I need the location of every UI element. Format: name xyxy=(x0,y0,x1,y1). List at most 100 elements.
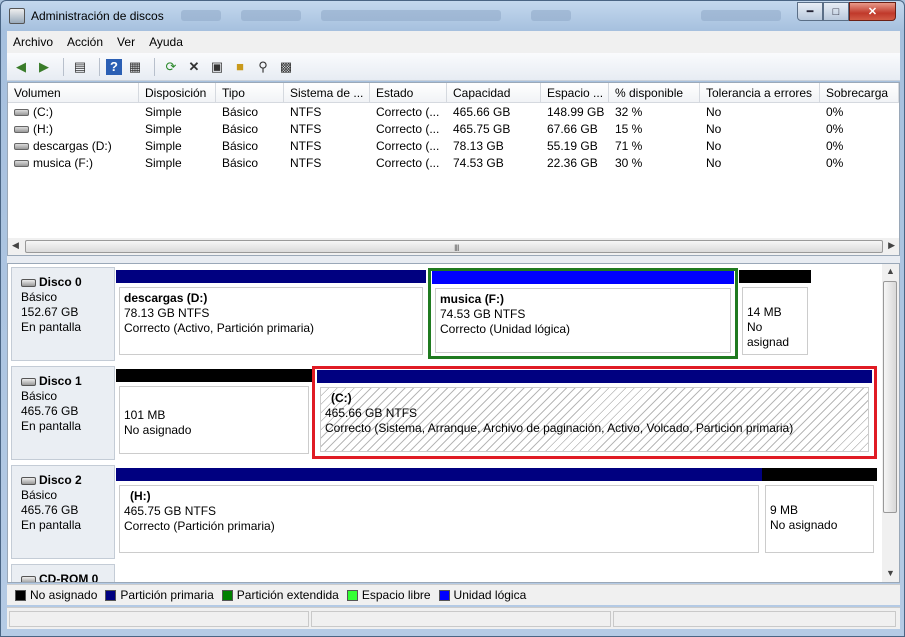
cdrom-0-label[interactable]: CD-ROM 0 xyxy=(11,564,115,582)
scroll-right-icon[interactable]: ▶ xyxy=(888,240,895,251)
table-cell: 148.99 GB xyxy=(547,105,605,119)
disk-2-label[interactable]: Disco 2 Básico 465.76 GB En pantalla xyxy=(11,465,115,559)
column-header[interactable]: Sistema de ... xyxy=(284,83,370,103)
table-row[interactable]: (C:) Simple Básico NTFS Correcto (... 46… xyxy=(8,104,899,121)
unallocated-space[interactable]: 101 MB No asignado xyxy=(116,369,312,457)
partition-status: Correcto (Unidad lógica) xyxy=(440,322,571,336)
partition-primary-bar xyxy=(116,270,426,283)
partition-h[interactable]: (H:) 465.75 GB NTFS Correcto (Partición … xyxy=(116,468,762,556)
rescan-disks-icon[interactable]: ▩ xyxy=(276,57,296,77)
table-cell: Correcto (... xyxy=(376,139,440,153)
disk-name: Disco 1 xyxy=(39,374,82,388)
table-cell: 67.66 GB xyxy=(547,122,598,136)
partition-musica[interactable]: musica (F:) 74.53 GB NTFS Correcto (Unid… xyxy=(432,271,734,356)
disk-0-label[interactable]: Disco 0 Básico 152.67 GB En pantalla xyxy=(11,267,115,361)
disk-icon xyxy=(21,278,36,287)
column-header[interactable]: Volumen xyxy=(8,83,139,103)
menu-accion[interactable]: Acción xyxy=(67,35,103,49)
scroll-down-icon[interactable]: ▼ xyxy=(886,568,895,578)
menu-ayuda[interactable]: Ayuda xyxy=(149,35,183,49)
column-header[interactable]: Tipo xyxy=(216,83,284,103)
column-header[interactable]: Sobrecarga xyxy=(820,83,899,103)
title-bar[interactable]: Administración de discos ━ □ ✕ xyxy=(1,1,904,31)
disk-type: Básico xyxy=(21,488,58,502)
scrollbar-thumb[interactable] xyxy=(883,281,897,513)
scrollbar-thumb[interactable]: III xyxy=(25,240,883,253)
disk-status: En pantalla xyxy=(21,320,82,334)
column-header[interactable]: Espacio ... xyxy=(541,83,609,103)
console-tree-icon[interactable]: ▤ xyxy=(70,57,90,77)
legend-swatch xyxy=(221,589,233,601)
table-row[interactable]: (H:) Simple Básico NTFS Correcto (... 46… xyxy=(8,121,899,138)
legend-label: Partición primaria xyxy=(120,588,214,602)
partition-title: descargas (D:) xyxy=(124,291,208,305)
disk-size: 152.67 GB xyxy=(21,305,79,319)
toolbar-separator xyxy=(154,57,155,76)
table-cell: NTFS xyxy=(290,139,322,153)
menu-ver[interactable]: Ver xyxy=(117,35,135,49)
table-row[interactable]: musica (F:) Simple Básico NTFS Correcto … xyxy=(8,155,899,172)
delete-icon[interactable]: ✕ xyxy=(184,57,204,77)
search-icon[interactable]: ⚲ xyxy=(253,57,273,77)
column-header[interactable]: % disponible xyxy=(609,83,700,103)
disk-size: 465.76 GB xyxy=(21,503,79,517)
partition-c[interactable]: (C:) 465.66 GB NTFS Correcto (Sistema, A… xyxy=(317,370,872,455)
legend-item: Partición extendida xyxy=(221,588,339,602)
column-header[interactable]: Estado xyxy=(370,83,447,103)
table-row[interactable]: descargas (D:) Simple Básico NTFS Correc… xyxy=(8,138,899,155)
scroll-up-icon[interactable]: ▲ xyxy=(886,266,895,276)
minimize-button[interactable]: ━ xyxy=(797,2,823,21)
drive-icon xyxy=(14,143,29,151)
table-cell: 30 % xyxy=(615,156,643,170)
selected-partition-highlight[interactable]: (C:) 465.66 GB NTFS Correcto (Sistema, A… xyxy=(312,366,877,459)
column-header[interactable]: Capacidad xyxy=(447,83,541,103)
scroll-left-icon[interactable]: ◀ xyxy=(12,240,19,251)
legend-item: Partición primaria xyxy=(105,588,214,602)
legend-item: No asignado xyxy=(15,588,97,602)
menu-archivo[interactable]: Archivo xyxy=(13,35,53,49)
disk-type: Básico xyxy=(21,290,58,304)
properties-icon[interactable]: ▣ xyxy=(207,57,227,77)
table-cell: 32 % xyxy=(615,105,643,119)
open-folder-icon[interactable]: ■ xyxy=(230,57,250,77)
volume-name: (C:) xyxy=(33,105,53,119)
toolbar-separator xyxy=(63,57,64,76)
table-cell: Simple xyxy=(145,156,182,170)
partition-status: Correcto (Partición primaria) xyxy=(124,519,275,533)
column-header[interactable]: Disposición xyxy=(139,83,216,103)
drive-icon xyxy=(14,160,29,168)
table-cell: Correcto (... xyxy=(376,105,440,119)
table-cell: 78.13 GB xyxy=(453,139,504,153)
close-button[interactable]: ✕ xyxy=(849,2,896,21)
back-arrow-icon[interactable]: ◀ xyxy=(11,57,31,77)
partition-size: 465.66 GB NTFS xyxy=(325,406,418,420)
unallocated-space[interactable]: 9 MB No asignado xyxy=(762,468,877,556)
column-header[interactable]: Tolerancia a errores xyxy=(700,83,820,103)
partition-status: No asignad xyxy=(747,320,790,349)
blurred-taskbar-text xyxy=(181,10,221,21)
forward-arrow-icon[interactable]: ▶ xyxy=(34,57,54,77)
volume-name-cell: (H:) xyxy=(8,121,139,138)
horizontal-scrollbar[interactable]: ◀ III ▶ xyxy=(8,238,899,255)
blurred-taskbar-text xyxy=(321,10,501,21)
partition-size: 465.75 GB NTFS xyxy=(124,504,217,518)
refresh-icon[interactable]: ⟳ xyxy=(161,57,181,77)
partition-status: No asignado xyxy=(770,518,838,532)
panel-splitter[interactable] xyxy=(7,256,900,263)
volume-list: Volumen Disposición Tipo Sistema de ... … xyxy=(7,82,900,256)
properties-panel-icon[interactable]: ▦ xyxy=(125,57,145,77)
disk-1-label[interactable]: Disco 1 Básico 465.76 GB En pantalla xyxy=(11,366,115,460)
partition-descargas[interactable]: descargas (D:) 78.13 GB NTFS Correcto (A… xyxy=(116,270,426,358)
disk-management-window: Administración de discos ━ □ ✕ Archivo A… xyxy=(0,0,905,637)
partition-title: (C:) xyxy=(331,391,352,405)
maximize-button[interactable]: □ xyxy=(823,2,849,21)
table-cell: NTFS xyxy=(290,105,322,119)
unallocated-space[interactable]: 14 MB No asignad xyxy=(739,270,811,358)
vertical-scrollbar[interactable]: ▲ ▼ xyxy=(882,264,899,582)
table-cell: 15 % xyxy=(615,122,643,136)
extended-partition-frame[interactable]: musica (F:) 74.53 GB NTFS Correcto (Unid… xyxy=(428,268,738,359)
legend-item: Unidad lógica xyxy=(438,588,526,602)
help-icon[interactable]: ? xyxy=(106,58,122,75)
drive-icon xyxy=(14,126,29,134)
window-title: Administración de discos xyxy=(31,9,164,23)
